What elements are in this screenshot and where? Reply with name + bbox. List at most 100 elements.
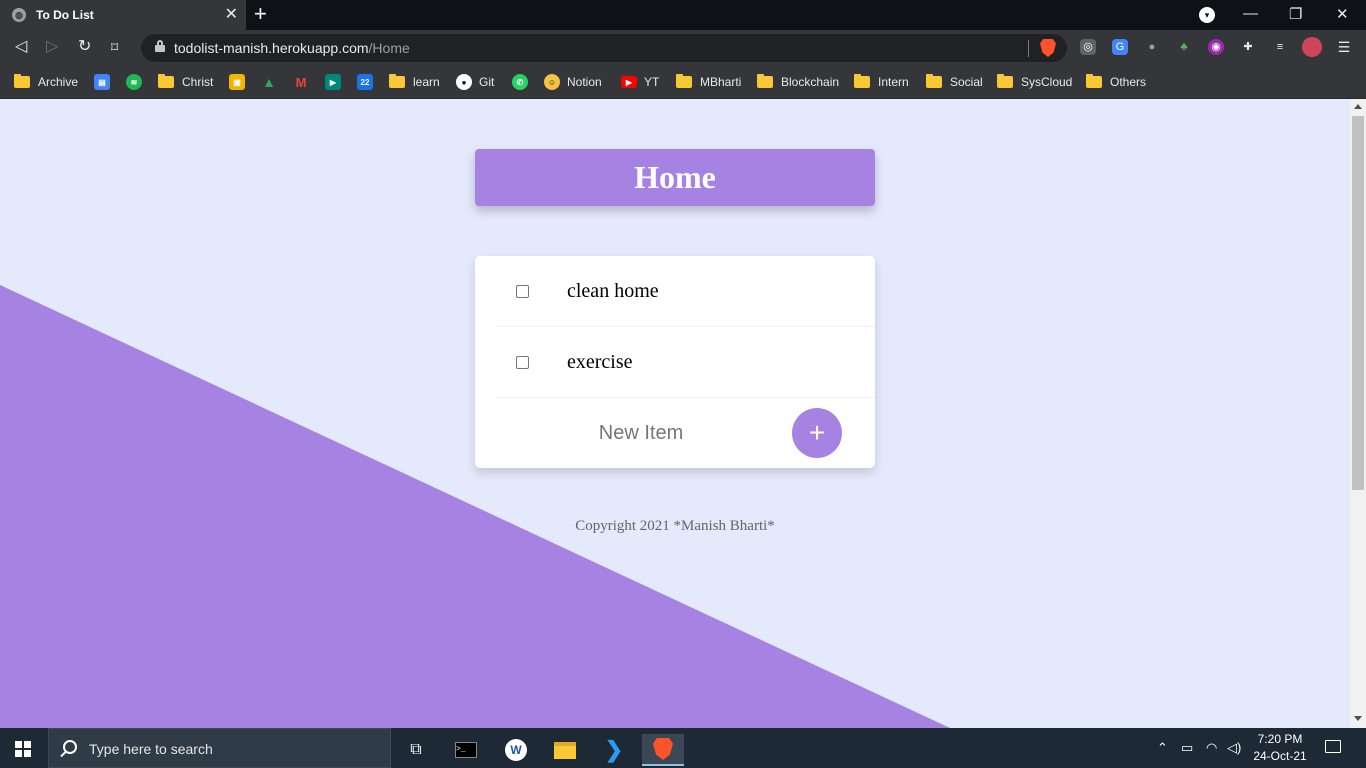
bookmark-others[interactable]: Others [1086, 73, 1146, 91]
wifi-icon[interactable]: ◠ [1206, 740, 1217, 756]
extension-icon[interactable]: ◎ [1080, 39, 1096, 55]
footer-copyright: Copyright 2021 *Manish Bharti* [575, 518, 775, 534]
google-drive-icon: ▲ [262, 74, 276, 90]
bookmark-notion[interactable]: ☺ Notion [544, 73, 602, 91]
back-icon[interactable]: ◁ [15, 38, 27, 56]
bookmark-whatsapp[interactable]: ✆ [512, 73, 535, 91]
bookmark-youtube[interactable]: ▶ YT [621, 73, 659, 91]
word-icon[interactable]: W [495, 734, 537, 766]
bookmark-label: Archive [38, 75, 79, 89]
bookmark-syscloud[interactable]: SysCloud [997, 73, 1072, 91]
bookmark-meet[interactable]: ▶ [325, 73, 348, 91]
menu-icon[interactable]: ☰ [1336, 39, 1352, 55]
bookmark-classroom[interactable]: ▣ [229, 73, 252, 91]
bookmark-label: learn [413, 75, 440, 89]
reload-icon[interactable]: ↻ [78, 38, 91, 56]
bookmark-google-forms[interactable]: ▤ [94, 73, 117, 91]
extension-icon[interactable]: ◉ [1208, 39, 1224, 55]
tab-title: To Do List [36, 8, 94, 22]
bookmark-learn[interactable]: learn [389, 73, 440, 91]
volume-icon[interactable]: ◁) [1227, 740, 1241, 756]
folder-icon [757, 74, 773, 88]
todo-item: exercise [496, 327, 875, 398]
restore-button[interactable]: ❐ [1289, 5, 1302, 23]
new-tab-button[interactable]: + [254, 3, 267, 25]
whatsapp-icon: ✆ [512, 74, 528, 90]
brave-browser-icon[interactable] [642, 734, 684, 766]
tab-search-icon[interactable]: ▾ [1199, 7, 1215, 23]
bookmark-mbharti[interactable]: MBharti [676, 73, 741, 91]
bookmark-spotify[interactable]: ≋ [126, 73, 149, 91]
task-view-icon[interactable]: ⧉ [395, 734, 437, 766]
minimize-button[interactable]: — [1243, 5, 1258, 22]
scroll-down-icon[interactable] [1354, 716, 1362, 721]
taskbar-clock[interactable]: 7:20 PM 24-Oct-21 [1248, 731, 1312, 765]
google-translate-icon[interactable]: G [1112, 39, 1128, 55]
new-item-form: + [496, 398, 875, 468]
search-icon [63, 740, 77, 754]
todo-item-text: exercise [567, 351, 633, 373]
spotify-icon: ≋ [126, 74, 142, 90]
bookmark-icon[interactable]: ⌑ [111, 38, 118, 56]
scroll-thumb[interactable] [1352, 116, 1364, 490]
add-item-button[interactable]: + [792, 408, 842, 458]
brave-shields-icon[interactable] [1040, 39, 1056, 57]
extension-icon[interactable]: ● [1144, 39, 1160, 55]
bookmark-archive[interactable]: Archive [14, 73, 78, 91]
bookmark-drive[interactable]: ▲ [261, 73, 284, 91]
clock-date: 24-Oct-21 [1253, 749, 1307, 763]
todo-checkbox[interactable] [516, 356, 529, 369]
github-icon: ● [456, 74, 472, 90]
windows-taskbar: Type here to search ⧉ >_ W ❯ ⌃ ▭ ◠ ◁) 7:… [0, 728, 1366, 768]
bookmarks-bar: Archive ▤ ≋ Christ ▣ ▲ M ▶ 22 learn ● Git… [0, 66, 1366, 99]
folder-icon [1086, 74, 1102, 88]
tab-close-icon[interactable]: ✕ [225, 6, 238, 24]
browser-toolbar: ◁ ▷ ↻ ⌑ todolist-manish.herokuapp.com/Ho… [0, 30, 1366, 66]
new-item-input[interactable] [516, 416, 766, 450]
folder-icon [997, 74, 1013, 88]
folder-icon [926, 74, 942, 88]
todo-item: clean home [496, 256, 875, 327]
file-explorer-icon[interactable] [544, 734, 586, 766]
url-text: todolist-manish.herokuapp.com/Home [174, 40, 410, 56]
windows-start-icon[interactable] [15, 741, 31, 757]
tree-extension-icon[interactable]: ♣ [1176, 39, 1192, 55]
media-queue-icon[interactable]: ≡ [1272, 39, 1288, 55]
extensions-puzzle-icon[interactable]: ✚ [1240, 39, 1256, 55]
bookmark-label: YT [644, 75, 660, 89]
google-calendar-icon: 22 [357, 74, 373, 90]
todo-checkbox[interactable] [516, 285, 529, 298]
page-viewport: Home clean home exercise + Copyright 202… [0, 99, 1350, 728]
battery-icon[interactable]: ▭ [1181, 740, 1193, 756]
clock-time: 7:20 PM [1257, 732, 1303, 746]
bookmark-label: Blockchain [781, 75, 840, 89]
forward-icon[interactable]: ▷ [46, 38, 58, 56]
bookmark-calendar[interactable]: 22 [357, 73, 380, 91]
bookmark-gmail[interactable]: M [293, 73, 316, 91]
todo-item-text: clean home [567, 280, 659, 302]
bookmark-git[interactable]: ● Git [456, 73, 494, 91]
bookmark-label: Intern [878, 75, 909, 89]
terminal-icon[interactable]: >_ [445, 734, 487, 766]
browser-tab[interactable]: ◍ To Do List ✕ [0, 0, 246, 30]
page-scrollbar[interactable] [1350, 99, 1366, 728]
close-window-button[interactable]: ✕ [1336, 5, 1349, 23]
address-bar[interactable]: todolist-manish.herokuapp.com/Home [141, 34, 1067, 62]
vscode-icon[interactable]: ❯ [593, 734, 635, 766]
profile-avatar[interactable] [1302, 37, 1322, 57]
bookmark-intern[interactable]: Intern [854, 73, 909, 91]
todo-list-card: clean home exercise + [475, 256, 875, 468]
scroll-up-icon[interactable] [1354, 104, 1362, 109]
bookmark-label: Git [479, 75, 495, 89]
youtube-icon: ▶ [621, 76, 637, 88]
bookmark-label: Christ [182, 75, 214, 89]
taskbar-search-box[interactable]: Type here to search [48, 728, 391, 768]
url-path: /Home [368, 40, 410, 56]
google-forms-icon: ▤ [94, 74, 110, 90]
bookmark-christ[interactable]: Christ [158, 73, 213, 91]
globe-icon: ◍ [12, 8, 26, 22]
bookmark-blockchain[interactable]: Blockchain [757, 73, 839, 91]
bookmark-social[interactable]: Social [926, 73, 983, 91]
tray-chevron-up-icon[interactable]: ⌃ [1157, 740, 1168, 756]
notifications-icon[interactable] [1325, 740, 1341, 753]
